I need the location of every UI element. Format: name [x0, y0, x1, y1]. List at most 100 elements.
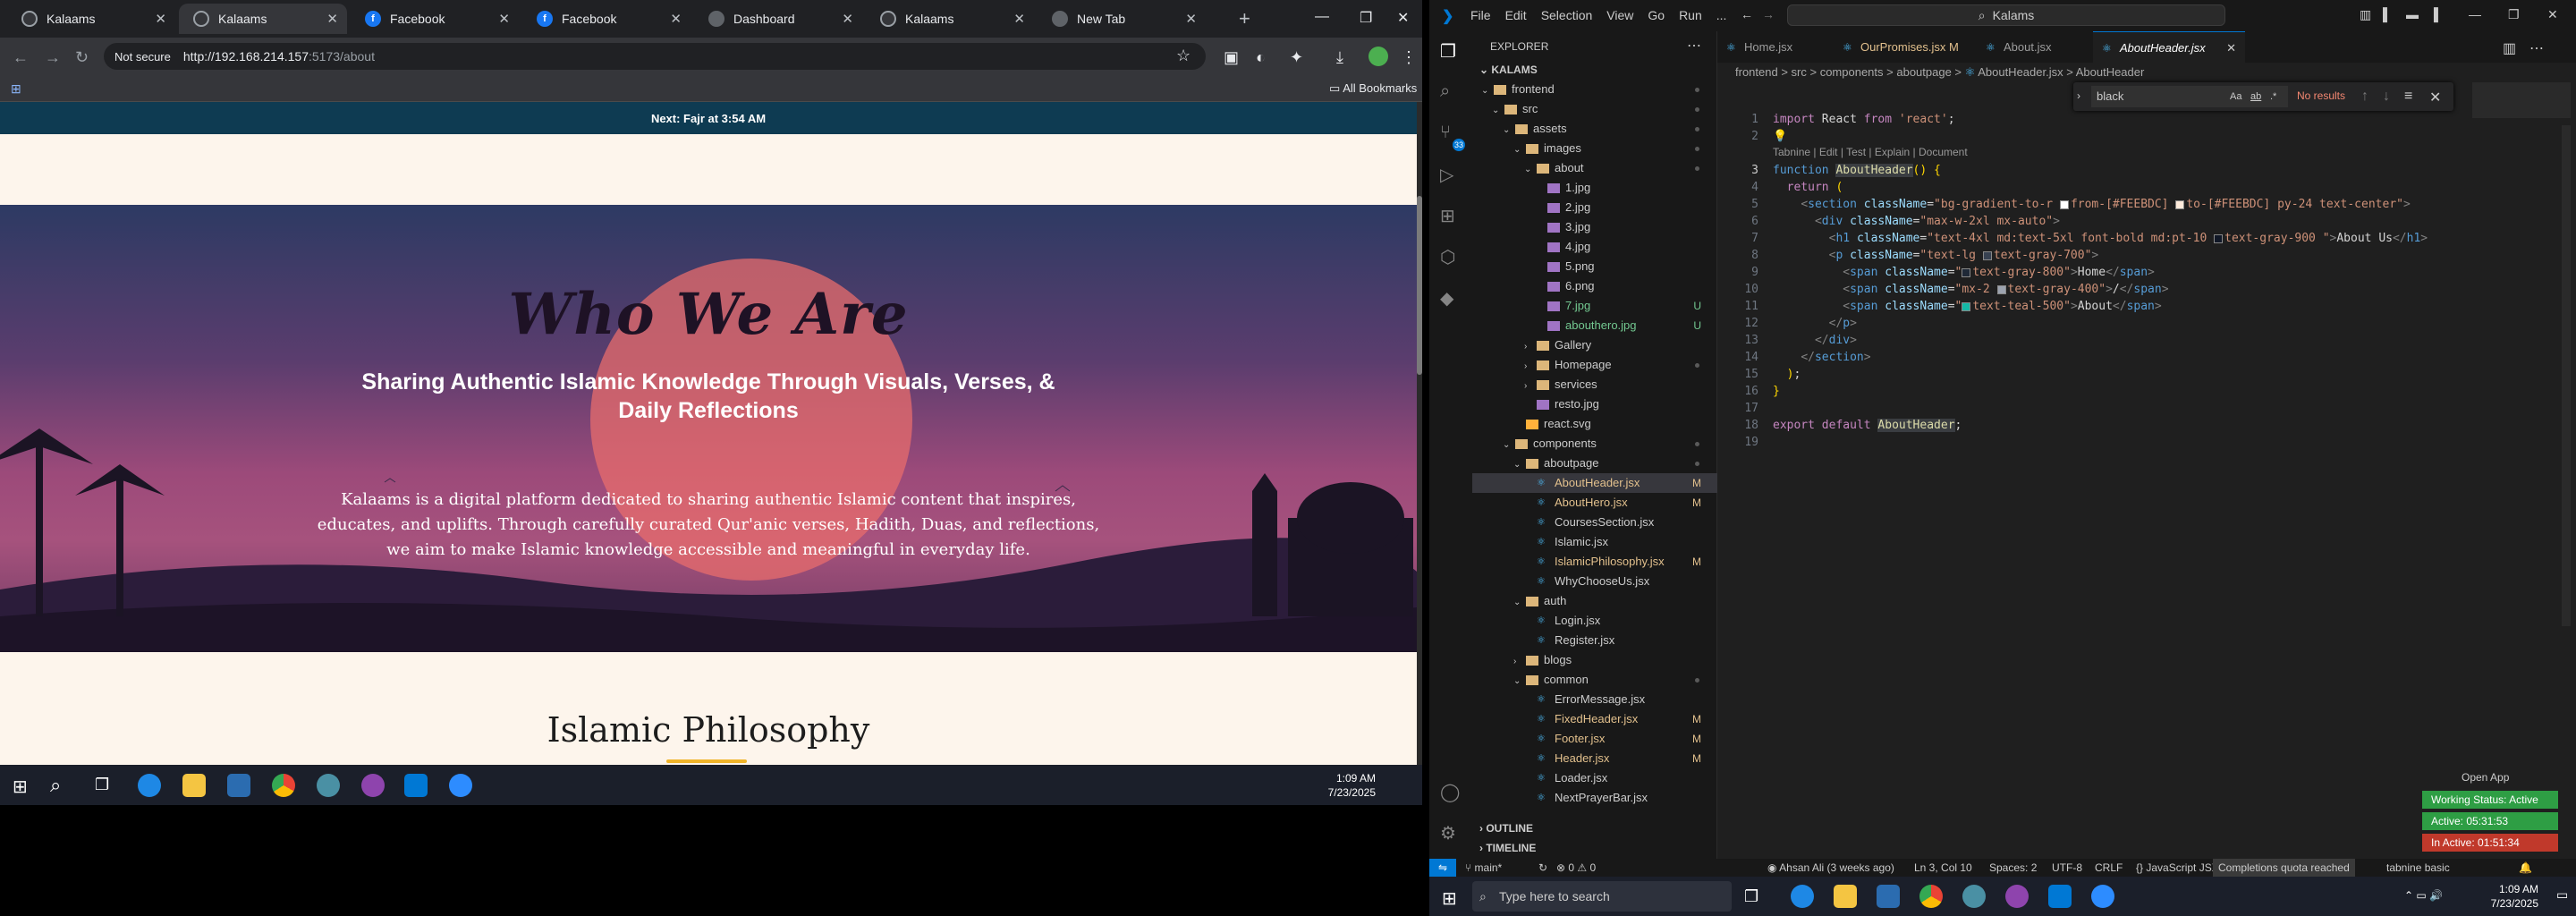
nav-forward-icon[interactable]: →	[1762, 7, 1775, 21]
windows-start-icon[interactable]: ⊞	[1442, 887, 1457, 910]
tree-folder[interactable]: ⌄ src	[1472, 99, 1717, 119]
tree-folder[interactable]: ⌄ images	[1472, 139, 1717, 158]
reload-icon[interactable]: ↻	[75, 48, 89, 67]
tree-file[interactable]: 7.jpg U	[1472, 296, 1717, 316]
tree-file[interactable]: 4.jpg	[1472, 237, 1717, 257]
app-icon[interactable]	[317, 774, 340, 797]
tree-folder[interactable]: ⌄ aboutpage	[1472, 454, 1717, 473]
cursor-position[interactable]: Ln 3, Col 10	[1914, 859, 1972, 877]
breadcrumb-item[interactable]: frontend	[1735, 65, 1778, 79]
layout-icon[interactable]: ▥	[2360, 7, 2371, 22]
code-editor[interactable]: 1 import React from 'react'; 2 💡 3 funct…	[1717, 107, 2576, 734]
close-icon[interactable]: ✕	[1185, 11, 1197, 27]
lightbulb-icon[interactable]: 💡	[1773, 130, 1787, 143]
editor-scrollbar[interactable]	[2562, 125, 2571, 626]
tree-file[interactable]: ⚛ Footer.jsx M	[1472, 729, 1717, 749]
file-explorer-icon[interactable]	[1834, 885, 1857, 908]
store-icon[interactable]	[227, 774, 250, 797]
tree-file[interactable]: 6.png	[1472, 276, 1717, 296]
indentation[interactable]: Spaces: 2	[1989, 859, 2037, 877]
tree-file[interactable]: ⚛ WhyChooseUs.jsx	[1472, 572, 1717, 591]
close-icon[interactable]: ✕	[498, 11, 510, 27]
chevron-right-icon[interactable]: ›	[2077, 89, 2080, 102]
tree-folder[interactable]: ⌄ frontend	[1472, 80, 1717, 99]
zoom-icon[interactable]	[449, 774, 472, 797]
language-mode[interactable]: {} JavaScript JSX	[2136, 859, 2219, 877]
editor-tab[interactable]: ⚛ Home.jsx	[1717, 31, 1834, 63]
tree-file[interactable]: ⚛ Register.jsx	[1472, 631, 1717, 650]
tabnine-quota[interactable]: Completions quota reached	[2213, 859, 2355, 877]
editor-tab[interactable]: ⚛ About.jsx	[1977, 31, 2093, 63]
extensions-icon[interactable]: ⊞	[1440, 205, 1462, 226]
account-icon[interactable]: ◯	[1440, 781, 1462, 802]
menu-go[interactable]: Go	[1648, 8, 1665, 22]
extension-icon[interactable]: ◐	[1256, 48, 1266, 67]
menu-more[interactable]: ...	[1716, 8, 1727, 22]
menu-view[interactable]: View	[1606, 8, 1633, 22]
tree-folder[interactable]: › Homepage	[1472, 355, 1717, 375]
vscode-icon[interactable]	[2048, 885, 2072, 908]
close-window-button[interactable]: ✕	[2547, 7, 2558, 22]
tree-file[interactable]: ⚛ Loader.jsx	[1472, 768, 1717, 788]
tree-file[interactable]: ⚛ Islamic.jsx	[1472, 532, 1717, 552]
git-blame[interactable]: ◉ Ahsan Ali (3 weeks ago)	[1767, 859, 1894, 877]
search-icon[interactable]: ⌕	[1440, 81, 1462, 103]
tree-file[interactable]: ⚛ AboutHero.jsx M	[1472, 493, 1717, 513]
split-editor-icon[interactable]: ▥	[2503, 39, 2516, 57]
tree-file[interactable]: ⚛ Login.jsx	[1472, 611, 1717, 631]
edge-icon[interactable]	[138, 774, 161, 797]
minimap[interactable]	[2472, 82, 2571, 118]
github-desktop-icon[interactable]	[361, 774, 385, 797]
sync-icon[interactable]: ↻	[1538, 859, 1547, 877]
tree-file[interactable]: 2.jpg	[1472, 198, 1717, 217]
toggle-panel-icon[interactable]: ▬	[2406, 7, 2419, 21]
codelens[interactable]: Tabnine | Edit | Test | Explain | Docume…	[1773, 146, 1968, 158]
outline-section[interactable]: › OUTLINE	[1472, 818, 1533, 838]
task-view-icon[interactable]: ❐	[1744, 887, 1758, 906]
arrow-up-icon[interactable]: ↑	[2361, 89, 2368, 105]
tree-file[interactable]: react.svg	[1472, 414, 1717, 434]
tree-file[interactable]: ⚛ CoursesSection.jsx	[1472, 513, 1717, 532]
run-debug-icon[interactable]: ▷	[1440, 164, 1462, 185]
profile-avatar[interactable]	[1368, 47, 1388, 66]
browser-tab[interactable]: f Facebook ✕	[522, 4, 691, 34]
chrome-icon[interactable]	[272, 774, 295, 797]
browser-tab[interactable]: Kalaams ✕	[7, 4, 175, 34]
close-icon[interactable]: ✕	[842, 11, 853, 27]
close-icon[interactable]: ✕	[155, 11, 166, 27]
menu-icon[interactable]: ⋮	[1401, 48, 1417, 67]
more-actions-icon[interactable]: ⋯	[1687, 37, 1701, 55]
close-icon[interactable]: ✕	[326, 11, 338, 27]
whole-word-button[interactable]: ab	[2250, 91, 2261, 102]
extension-icon[interactable]: ▣	[1224, 48, 1239, 67]
task-view-icon[interactable]: ❐	[95, 776, 109, 794]
browser-tab[interactable]: Dashboard ✕	[694, 4, 862, 34]
editor-tab-active[interactable]: ⚛ AboutHeader.jsx ✕	[2093, 31, 2245, 63]
arrow-down-icon[interactable]: ↓	[2383, 89, 2390, 105]
tree-file[interactable]: 3.jpg	[1472, 217, 1717, 237]
bookmark-star-icon[interactable]: ☆	[1176, 47, 1191, 65]
close-window-button[interactable]: ✕	[1397, 9, 1409, 27]
edge-icon[interactable]	[1791, 885, 1814, 908]
menu-selection[interactable]: Selection	[1541, 8, 1593, 22]
tree-file[interactable]: resto.jpg	[1472, 394, 1717, 414]
tree-file[interactable]: 1.jpg	[1472, 178, 1717, 198]
search-icon[interactable]: ⌕	[50, 774, 61, 797]
notification-icon[interactable]: ▭	[2556, 887, 2568, 903]
minimize-button[interactable]: —	[1315, 9, 1329, 25]
download-icon[interactable]: ⤓	[1336, 48, 1343, 67]
tree-folder[interactable]: › services	[1472, 375, 1717, 394]
regex-button[interactable]: .*	[2270, 91, 2276, 102]
tree-folder[interactable]: ⌄ common	[1472, 670, 1717, 690]
problems-indicator[interactable]: ⊗ 0 ⚠ 0	[1556, 859, 1596, 877]
browser-tab[interactable]: New Tab ✕	[1038, 4, 1206, 34]
scrollbar-thumb[interactable]	[1417, 196, 1422, 375]
vscode-icon[interactable]	[404, 774, 428, 797]
breadcrumb-item[interactable]: aboutpage	[1896, 65, 1951, 79]
tree-file[interactable]: ⚛ NextPrayerBar.jsx	[1472, 788, 1717, 808]
menu-file[interactable]: File	[1470, 8, 1491, 22]
explorer-icon[interactable]: ❐	[1440, 40, 1462, 62]
back-icon[interactable]: ←	[13, 48, 29, 67]
remote-indicator[interactable]: ⇋	[1429, 859, 1456, 877]
store-icon[interactable]	[1877, 885, 1900, 908]
